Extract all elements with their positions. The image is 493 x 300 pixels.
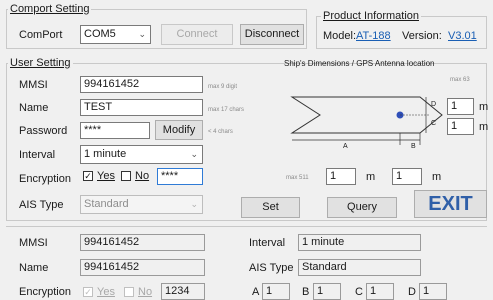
query-button[interactable]: Query [327,197,397,218]
status-yes-label: Yes [97,286,115,298]
status-mmsi-label: MMSI [19,237,48,249]
chevron-down-icon: ⌄ [190,149,198,159]
encryption-no-label[interactable]: No [135,169,149,183]
set-button[interactable]: Set [241,197,300,218]
dim-a-label: A [343,143,348,150]
chevron-down-icon: ⌄ [190,199,198,209]
encryption-key-input[interactable]: **** [157,168,203,185]
comport-value: COM5 [84,28,116,40]
password-hint: < 4 chars [208,129,233,135]
status-ais-type-label: AIS Type [249,262,294,274]
interval-select[interactable]: 1 minute ⌄ [80,145,203,164]
encryption-yes-label[interactable]: Yes [97,169,115,183]
comport-label: ComPort [19,29,63,41]
max63-hint: max 63 [450,77,470,83]
dim-a-input[interactable]: 1 [326,168,356,185]
exit-button[interactable]: EXIT [414,190,487,218]
encryption-yes-checkbox[interactable]: ✓ [83,171,93,181]
name-label: Name [19,102,49,114]
status-d-value: 1 [419,283,447,300]
status-interval-value: 1 minute [298,234,421,251]
status-name-label: Name [19,262,49,274]
interval-value: 1 minute [84,148,127,160]
ship-diagram [290,96,443,145]
ais-type-label: AIS Type [19,199,64,211]
status-c-label: C [355,286,363,298]
encryption-label: Encryption [19,173,71,185]
chevron-down-icon: ⌄ [138,29,146,39]
encryption-no-checkbox[interactable] [121,171,131,181]
status-b-value: 1 [313,283,341,300]
dim-d-input[interactable]: 1 [447,98,474,115]
status-b-label: B [302,286,310,298]
dim-b-unit: m [432,171,442,183]
interval-label: Interval [19,149,56,161]
ais-type-value: Standard [84,198,129,210]
status-a-value: 1 [262,283,290,300]
dim-c-label: C [431,120,437,127]
status-name-value: 994161452 [80,259,205,276]
status-c-value: 1 [366,283,394,300]
user-setting-title: User Setting [8,57,73,69]
status-yes-checkbox: ✓ [83,287,93,297]
status-no-checkbox [124,287,134,297]
name-hint: max 17 chars [208,107,245,113]
mmsi-input[interactable]: 994161452 [80,76,203,93]
status-no-label: No [138,286,153,298]
name-input[interactable]: TEST [80,99,203,116]
dim-b-input[interactable]: 1 [392,168,422,185]
status-ais-type-value: Standard [298,259,421,276]
dim-b-label: B [411,143,416,150]
dim-a-unit: m [366,171,376,183]
dim-c-unit: m [479,121,489,133]
mmsi-hint: max 9 digit [208,84,238,90]
mmsi-label: MMSI [19,79,48,91]
dim-d-unit: m [479,101,489,113]
dimensions-title: Ship's Dimensions / GPS Antenna location [284,59,435,68]
product-title: Product Information [321,10,421,22]
status-interval-label: Interval [249,237,286,249]
status-divider [6,226,487,227]
comport-title: Comport Setting [8,3,92,15]
password-label: Password [19,125,68,137]
dim-d-label: D [431,101,437,108]
status-d-label: D [408,286,416,298]
disconnect-button[interactable]: Disconnect [240,24,304,45]
dim-c-input[interactable]: 1 [447,118,474,135]
status-encryption-label: Encryption [19,286,71,298]
modify-button[interactable]: Modify [155,120,203,140]
model-link[interactable]: AT-188 [356,29,391,43]
ais-type-select[interactable]: Standard ⌄ [80,195,203,214]
max511-hint: max 511 [286,175,309,181]
model-label: Model: [323,30,357,42]
status-mmsi-value: 994161452 [80,234,205,251]
status-encryption-key: 1234 [161,283,205,300]
connect-button[interactable]: Connect [161,24,233,45]
version-link[interactable]: V3.01 [448,29,477,43]
password-input[interactable]: **** [80,122,150,139]
version-label: Version: [402,30,442,42]
status-a-label: A [252,286,260,298]
comport-select[interactable]: COM5 ⌄ [80,25,151,44]
